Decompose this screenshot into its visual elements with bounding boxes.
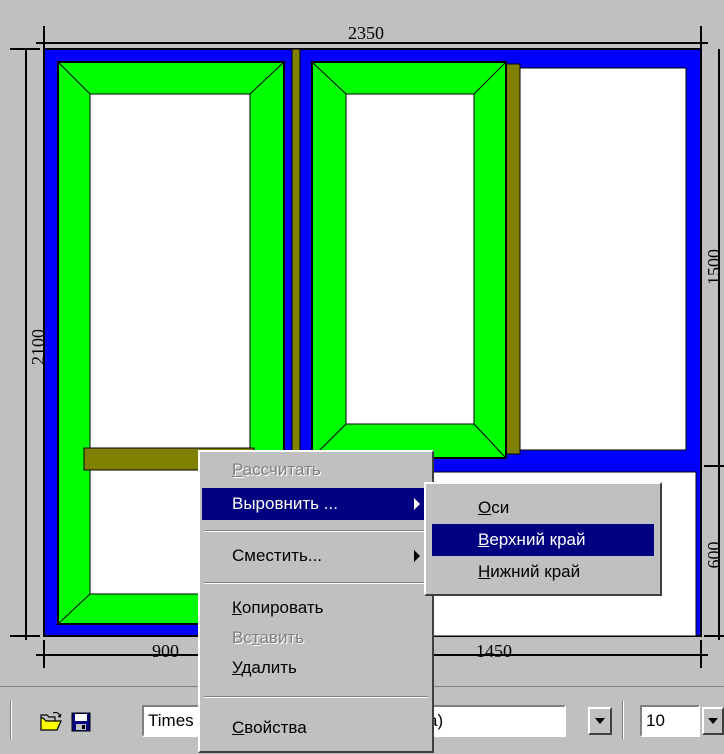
- submenu-arrow-icon: [414, 498, 420, 510]
- dim-bottom-right: 1450: [476, 641, 512, 661]
- dim-right-upper: 1500: [704, 249, 724, 285]
- menu-separator: [204, 582, 428, 584]
- font-name-dropdown-button[interactable]: [588, 707, 612, 735]
- font-size-combo[interactable]: 10: [640, 705, 700, 737]
- middle-sash[interactable]: [311, 61, 507, 459]
- menu-separator: [204, 530, 428, 532]
- dim-bottom-left: 900: [152, 641, 179, 661]
- submenu-item-top-edge[interactable]: Верхний край: [432, 524, 654, 556]
- menu-item-properties[interactable]: Свойства: [202, 712, 430, 744]
- menu-item-align[interactable]: Выровнить ...: [202, 488, 430, 520]
- chevron-down-icon: [708, 718, 718, 724]
- menu-item-calculate[interactable]: Рассчитать: [202, 454, 430, 486]
- vertical-mullion[interactable]: [291, 48, 301, 460]
- floppy-disk-icon[interactable]: [68, 709, 94, 735]
- menu-item-copy[interactable]: Копировать: [202, 592, 430, 624]
- submenu-arrow-icon: [414, 550, 420, 562]
- menu-item-paste[interactable]: Вставить: [202, 622, 430, 654]
- toolbar-handle[interactable]: [10, 701, 12, 739]
- middle-sash-glass: [345, 93, 475, 425]
- submenu-item-axes[interactable]: Оси: [428, 492, 658, 524]
- font-name-combo-right[interactable]: a): [424, 705, 566, 737]
- open-folder-icon[interactable]: [38, 709, 64, 735]
- upper-right-glass[interactable]: [519, 67, 687, 451]
- dim-right-lower: 600: [704, 541, 724, 569]
- side-mullion[interactable]: [505, 63, 521, 455]
- menu-item-shift[interactable]: Сместить...: [202, 540, 430, 572]
- menu-separator: [204, 696, 428, 698]
- menu-item-delete[interactable]: Удалить: [202, 652, 430, 684]
- dim-top: 2350: [348, 23, 384, 43]
- context-menu: Рассчитать Выровнить ... Сместить... Коп…: [198, 450, 434, 753]
- align-submenu: Оси Верхний край Нижний край: [424, 482, 662, 596]
- font-size-dropdown-button[interactable]: [702, 707, 724, 735]
- toolbar-separator: [622, 701, 624, 739]
- dim-left: 2100: [28, 329, 48, 365]
- submenu-item-bottom-edge[interactable]: Нижний край: [428, 556, 658, 588]
- chevron-down-icon: [595, 718, 605, 724]
